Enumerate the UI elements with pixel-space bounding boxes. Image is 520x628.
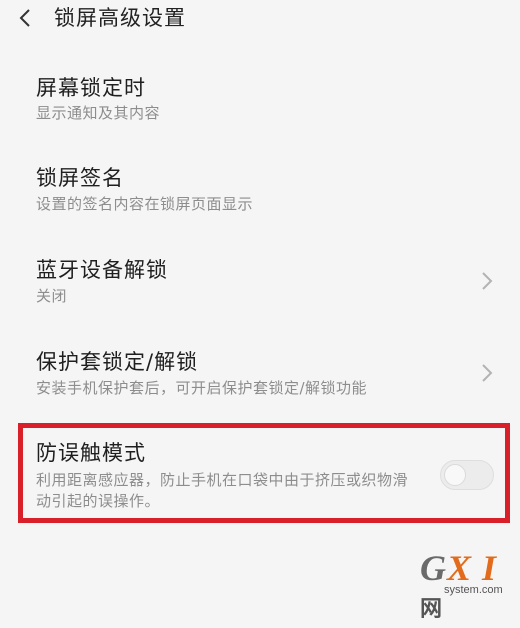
chevron-right-icon	[482, 272, 493, 290]
setting-item-lock-signature[interactable]: 锁屏签名 设置的签名内容在锁屏页面显示	[0, 160, 520, 220]
setting-item-screen-lock[interactable]: 屏幕锁定时 显示通知及其内容	[0, 70, 520, 130]
anti-mistouch-toggle[interactable]	[440, 460, 494, 490]
page-title: 锁屏高级设置	[54, 6, 186, 30]
chevron-left-icon[interactable]	[14, 4, 36, 32]
setting-item-desc: 安装手机保护套后，可开启保护套锁定/解锁功能	[36, 379, 368, 397]
watermark-domain: system.com	[444, 584, 503, 596]
setting-item-title: 屏幕锁定时	[36, 76, 146, 100]
setting-item-title: 蓝牙设备解锁	[36, 258, 168, 282]
setting-item-title: 防误触模式	[36, 441, 146, 465]
toggle-knob	[444, 464, 466, 486]
chevron-right-icon	[482, 364, 493, 382]
setting-item-desc: 显示通知及其内容	[36, 104, 161, 122]
setting-item-desc: 关闭	[36, 287, 68, 305]
setting-item-desc: 利用距离感应器，防止手机在口袋中由于挤压或织物滑动引起的误操作。	[36, 471, 409, 510]
header-bar: 锁屏高级设置	[0, 0, 520, 40]
setting-item-title: 锁屏签名	[36, 166, 124, 190]
setting-item-cover-lock[interactable]: 保护套锁定/解锁 安装手机保护套后，可开启保护套锁定/解锁功能	[0, 344, 520, 404]
watermark-logo: GX I网 system.com	[420, 550, 520, 622]
setting-item-bluetooth-unlock[interactable]: 蓝牙设备解锁 关闭	[0, 252, 520, 312]
setting-item-desc: 设置的签名内容在锁屏页面显示	[36, 195, 254, 213]
setting-item-title: 保护套锁定/解锁	[36, 350, 199, 374]
